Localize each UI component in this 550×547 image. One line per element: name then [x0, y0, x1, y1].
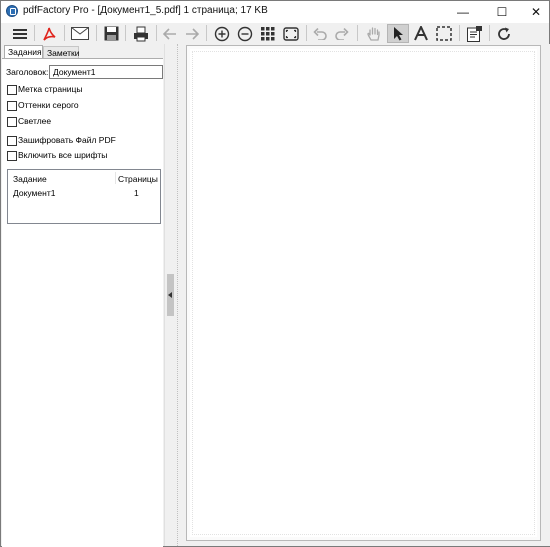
toolbar-separator: [34, 25, 35, 41]
panel-splitter[interactable]: [164, 44, 177, 546]
thumbnails-icon[interactable]: [257, 24, 279, 43]
job-row-name[interactable]: Документ1: [13, 188, 55, 198]
job-row-pages: 1: [134, 188, 139, 198]
toolbar-separator: [96, 25, 97, 41]
tab-jobs[interactable]: Задания: [4, 45, 43, 59]
toolbar-separator: [64, 25, 65, 41]
toolbar-separator: [357, 25, 358, 41]
job-column-header[interactable]: Задание: [13, 174, 47, 184]
title-input[interactable]: Документ1: [49, 65, 163, 79]
page-mark-label: Метка страницы: [18, 84, 83, 94]
zoom-out-icon[interactable]: [234, 24, 256, 43]
notes-icon[interactable]: [463, 24, 485, 43]
fit-page-icon[interactable]: [280, 24, 302, 43]
jobs-list[interactable]: Задание Страницы Документ1 1: [7, 169, 161, 224]
text-tool-icon[interactable]: [410, 24, 432, 43]
title-label: Заголовок:: [6, 67, 49, 77]
app-icon[interactable]: [6, 5, 18, 17]
toolbar-separator: [459, 25, 460, 41]
toolbar-separator: [156, 25, 157, 41]
left-panel: Задания Заметки Заголовок: Документ1 Мет…: [1, 44, 164, 547]
maximize-button[interactable]: ☐: [485, 1, 519, 23]
forward-arrow-icon[interactable]: [182, 24, 202, 43]
toolbar-separator: [306, 25, 307, 41]
encrypt-pdf-label: Зашифровать Файл PDF: [18, 135, 116, 145]
print-icon[interactable]: [129, 24, 153, 43]
column-divider: [115, 172, 116, 184]
lighter-checkbox[interactable]: [7, 117, 17, 127]
toolbar-separator: [125, 25, 126, 41]
app-window: pdfFactory Pro - [Документ1_5.pdf] 1 стр…: [0, 0, 550, 547]
toolbar-separator: [489, 25, 490, 41]
redo-icon[interactable]: [332, 24, 352, 43]
mail-icon[interactable]: [68, 24, 92, 43]
toolbar: [1, 23, 549, 44]
jobs-tab-page: Заголовок: Документ1 Метка страницы Отте…: [2, 58, 163, 547]
toolbar-separator: [206, 25, 207, 41]
pdf-icon[interactable]: [38, 24, 60, 43]
undo-icon[interactable]: [310, 24, 330, 43]
grayscale-checkbox[interactable]: [7, 101, 17, 111]
pages-column-header[interactable]: Страницы: [118, 174, 158, 184]
hand-tool-icon[interactable]: [363, 24, 385, 43]
grayscale-label: Оттенки серого: [18, 100, 79, 110]
page-margin-guide: [192, 51, 535, 535]
save-icon[interactable]: [100, 24, 122, 43]
zoom-in-icon[interactable]: [211, 24, 233, 43]
embed-fonts-label: Включить все шрифты: [18, 150, 108, 160]
page-preview[interactable]: [186, 45, 541, 541]
select-region-icon[interactable]: [433, 24, 455, 43]
close-button[interactable]: ✕: [519, 1, 550, 23]
encrypt-pdf-checkbox[interactable]: [7, 136, 17, 146]
minimize-button[interactable]: —: [446, 1, 480, 23]
page-mark-checkbox[interactable]: [7, 85, 17, 95]
preview-area[interactable]: [177, 44, 550, 546]
collapse-panel-handle[interactable]: [167, 274, 174, 316]
menu-icon[interactable]: [9, 24, 31, 43]
pointer-tool-icon[interactable]: [387, 24, 409, 43]
refresh-icon[interactable]: [493, 24, 515, 43]
back-arrow-icon[interactable]: [160, 24, 180, 43]
title-bar: pdfFactory Pro - [Документ1_5.pdf] 1 стр…: [1, 1, 549, 23]
embed-fonts-checkbox[interactable]: [7, 151, 17, 161]
window-title: pdfFactory Pro - [Документ1_5.pdf] 1 стр…: [23, 5, 268, 16]
lighter-label: Светлее: [18, 116, 52, 126]
